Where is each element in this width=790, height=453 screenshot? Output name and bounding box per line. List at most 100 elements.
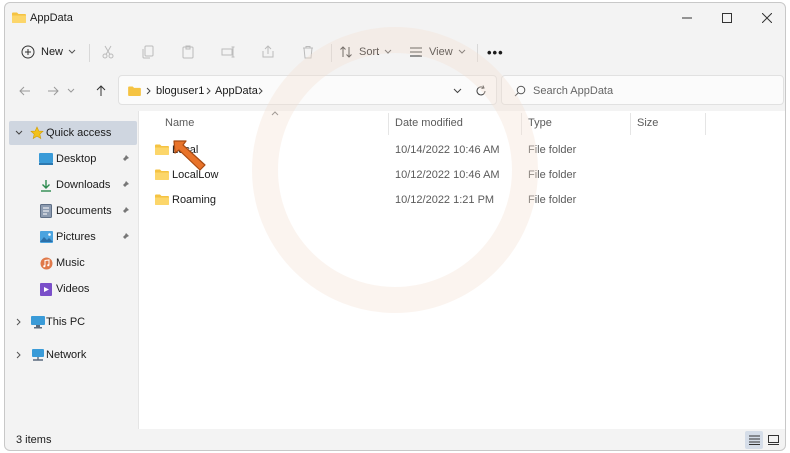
documents-icon (39, 204, 53, 218)
nav-downloads[interactable]: Downloads (5, 173, 136, 197)
search-box[interactable]: Search AppData (501, 75, 784, 105)
nav-music-label: Music (56, 257, 85, 269)
column-divider[interactable] (388, 113, 389, 135)
file-row-locallow[interactable]: LocalLow 10/12/2022 10:46 AM File folder (145, 163, 705, 187)
file-type: File folder (528, 194, 577, 206)
rename-button[interactable] (221, 39, 235, 65)
breadcrumb-appdata[interactable]: AppData (215, 85, 258, 97)
nav-pictures[interactable]: Pictures (5, 225, 136, 249)
search-placeholder: Search AppData (533, 85, 614, 97)
maximize-icon (722, 13, 732, 23)
music-icon (39, 256, 53, 270)
nav-network[interactable]: Network (5, 343, 136, 367)
nav-quick-access[interactable]: Quick access (9, 121, 137, 145)
address-bar[interactable]: bloguser1 AppData (118, 75, 497, 105)
recent-locations-button[interactable] (65, 81, 77, 101)
nav-videos[interactable]: Videos (5, 277, 136, 301)
minimize-button[interactable] (667, 3, 707, 33)
sort-button[interactable]: Sort (339, 39, 392, 65)
column-header-type[interactable]: Type (528, 117, 552, 129)
status-bar: 3 items (5, 429, 785, 450)
delete-icon (303, 46, 313, 59)
search-icon (514, 85, 526, 97)
paste-button[interactable] (181, 39, 195, 65)
file-date: 10/12/2022 10:46 AM (395, 169, 500, 181)
up-button[interactable] (91, 81, 111, 101)
chevron-right-icon[interactable] (14, 350, 24, 360)
file-row-roaming[interactable]: Roaming 10/12/2022 1:21 PM File folder (145, 188, 705, 212)
toolbar-separator (89, 44, 90, 62)
back-button[interactable] (15, 81, 35, 101)
nav-downloads-label: Downloads (56, 179, 111, 191)
item-count: 3 items (16, 434, 52, 446)
arrow-up-icon (96, 85, 106, 96)
folder-icon (155, 169, 169, 180)
share-button[interactable] (261, 39, 275, 65)
column-divider[interactable] (521, 113, 522, 135)
details-view-button[interactable] (745, 431, 763, 449)
chevron-down-icon[interactable] (453, 88, 462, 94)
sort-ascending-indicator (271, 111, 279, 116)
toolbar-separator (477, 44, 478, 62)
column-divider[interactable] (705, 113, 706, 135)
chevron-down-icon (67, 88, 75, 93)
folder-icon (128, 86, 141, 96)
folder-icon (155, 194, 169, 205)
file-row-local[interactable]: Local 10/14/2022 10:46 AM File folder (145, 138, 705, 162)
minimize-icon (682, 17, 692, 19)
copy-button[interactable] (141, 39, 155, 65)
nav-desktop[interactable]: Desktop (5, 147, 136, 171)
maximize-button[interactable] (707, 3, 747, 33)
tiles-view-button[interactable] (764, 431, 782, 449)
new-label: New (41, 46, 64, 58)
file-type: File folder (528, 169, 577, 181)
refresh-button[interactable] (471, 81, 491, 101)
pin-icon[interactable] (120, 206, 130, 216)
file-type: File folder (528, 144, 577, 156)
more-options-button[interactable]: ••• (487, 39, 504, 65)
new-button[interactable]: New (21, 39, 77, 65)
view-icon (410, 47, 422, 57)
folder-icon (155, 144, 169, 155)
cut-icon (102, 45, 114, 59)
chevron-down-icon (384, 49, 392, 54)
column-header-date[interactable]: Date modified (395, 117, 463, 129)
copy-icon (142, 45, 154, 59)
computer-icon (31, 315, 45, 329)
breadcrumb-bloguser1[interactable]: bloguser1 (156, 85, 204, 97)
pin-icon[interactable] (120, 180, 130, 190)
sort-icon (340, 46, 352, 58)
nav-documents-label: Documents (56, 205, 112, 217)
close-button[interactable] (747, 3, 785, 33)
nav-documents[interactable]: Documents (5, 199, 136, 223)
cut-button[interactable] (101, 39, 115, 65)
chevron-down-icon (458, 49, 466, 54)
pin-icon[interactable] (120, 232, 130, 242)
pin-icon[interactable] (120, 154, 130, 164)
paste-icon (182, 45, 194, 59)
column-header-name[interactable]: Name (165, 117, 194, 129)
forward-button[interactable] (43, 81, 63, 101)
nav-network-label: Network (46, 349, 87, 361)
sort-label: Sort (359, 46, 380, 58)
navigation-pane: Quick access Desktop Downloads Documents (5, 111, 137, 429)
plus-circle-icon (21, 45, 35, 59)
star-icon (30, 126, 44, 140)
window-title: AppData (30, 12, 73, 24)
nav-this-pc[interactable]: This PC (5, 310, 136, 334)
column-header-size[interactable]: Size (637, 117, 658, 129)
network-icon (31, 348, 45, 362)
nav-pictures-label: Pictures (56, 231, 96, 243)
chevron-right-icon[interactable] (14, 317, 24, 327)
view-button[interactable]: View (409, 39, 466, 65)
command-bar: New Sort View ••• (5, 35, 785, 69)
delete-button[interactable] (301, 39, 315, 65)
chevron-right-icon (258, 87, 263, 95)
nav-music[interactable]: Music (5, 251, 136, 275)
arrow-left-icon (19, 86, 30, 96)
nav-videos-label: Videos (56, 283, 90, 295)
annotation-arrow-icon (173, 140, 206, 171)
file-date: 10/12/2022 1:21 PM (395, 194, 495, 206)
column-divider[interactable] (630, 113, 631, 135)
tiles-view-icon (767, 435, 779, 445)
